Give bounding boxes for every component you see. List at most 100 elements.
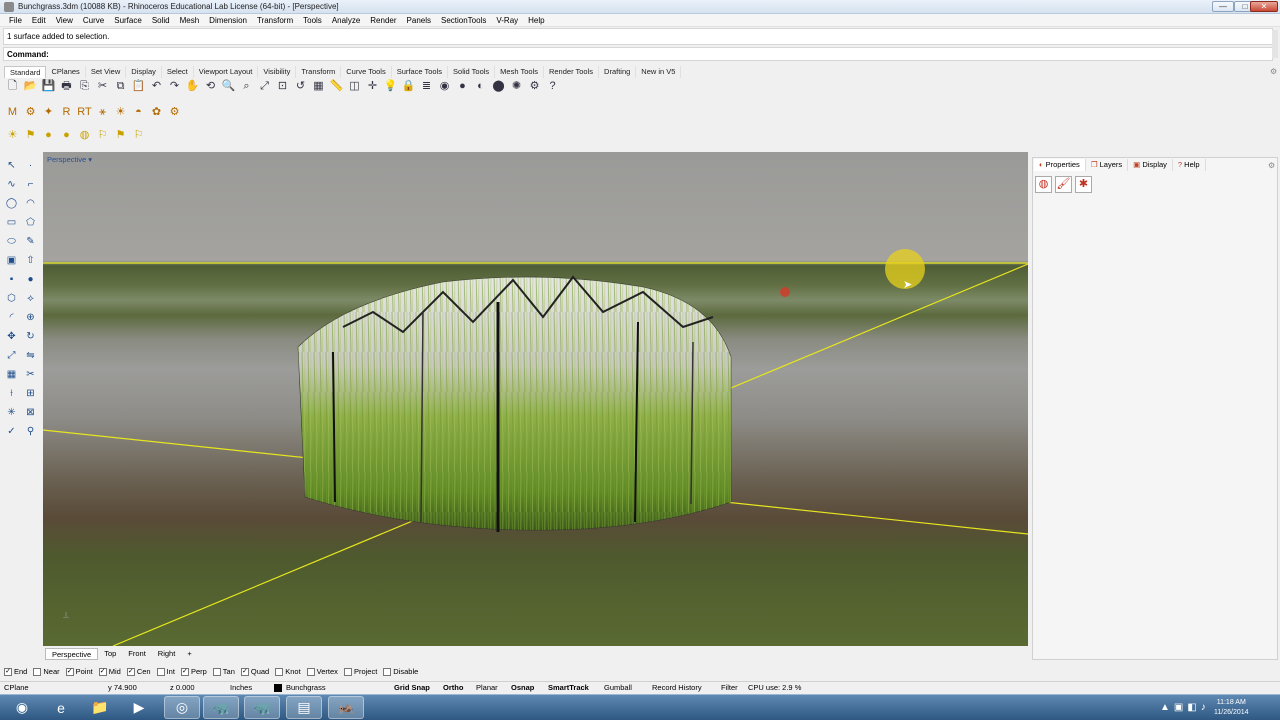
print-icon[interactable]: 🖶 <box>58 78 75 95</box>
smarttrack-toggle[interactable]: SmartTrack <box>548 683 589 692</box>
vray-rt-icon[interactable]: RT <box>76 104 93 121</box>
osnap-toggle[interactable]: Osnap <box>511 683 534 692</box>
menu-surface[interactable]: Surface <box>109 14 147 26</box>
osnap-checkbox[interactable] <box>383 667 392 676</box>
viewport-menu-arrow-icon[interactable]: ▾ <box>88 155 92 164</box>
osnap-disable[interactable]: Disable <box>383 667 418 676</box>
osnap-vertex[interactable]: Vertex <box>306 667 338 676</box>
lock-icon[interactable]: 🔒 <box>400 78 417 95</box>
menu-solid[interactable]: Solid <box>147 14 175 26</box>
command-scrollbar[interactable] <box>1272 30 1278 58</box>
rect-light-icon[interactable]: ⚐ <box>94 127 111 144</box>
vray-help-icon[interactable]: ⚙ <box>166 104 183 121</box>
layer-icon[interactable]: ≣ <box>418 78 435 95</box>
menu-curve[interactable]: Curve <box>78 14 109 26</box>
chrome-icon[interactable]: ◎ <box>164 696 200 719</box>
save-icon[interactable]: 💾 <box>40 78 57 95</box>
solid-box-icon[interactable]: ▪ <box>3 271 20 288</box>
osnap-checkbox[interactable] <box>156 667 165 676</box>
tab-curve-tools[interactable]: Curve Tools <box>341 66 392 78</box>
vray-sun-icon[interactable]: ☀ <box>112 104 129 121</box>
ie-icon[interactable]: e <box>43 696 79 719</box>
units-label[interactable]: Inches <box>230 683 252 692</box>
viewport-tab-top[interactable]: Top <box>98 648 122 660</box>
spot-light-icon[interactable]: ⚑ <box>22 127 39 144</box>
array-icon[interactable]: ▦ <box>3 366 20 383</box>
close-button[interactable]: ✕ <box>1250 1 1278 12</box>
polyline-icon[interactable]: ⌐ <box>22 176 39 193</box>
move-icon[interactable]: ✥ <box>3 328 20 345</box>
ies-light-icon[interactable]: ◍ <box>76 127 93 144</box>
planar-toggle[interactable]: Planar <box>476 683 498 692</box>
tab-surface-tools[interactable]: Surface Tools <box>392 66 449 78</box>
menu-mesh[interactable]: Mesh <box>175 14 205 26</box>
material-icon[interactable]: 🖌 <box>1055 176 1072 193</box>
menu-dimension[interactable]: Dimension <box>204 14 252 26</box>
osnap-end[interactable]: ✓ End <box>4 667 27 676</box>
menu-render[interactable]: Render <box>365 14 401 26</box>
omni-light-icon[interactable]: ● <box>40 127 57 144</box>
menu-edit[interactable]: Edit <box>27 14 51 26</box>
light-icon[interactable]: 💡 <box>382 78 399 95</box>
current-layer[interactable]: Bunchgrass <box>286 683 326 692</box>
split-icon[interactable]: ⟊ <box>3 385 20 402</box>
circle-icon[interactable]: ◯ <box>3 195 20 212</box>
four-viewports-icon[interactable]: ▦ <box>310 78 327 95</box>
explode-icon[interactable]: ✳ <box>3 404 20 421</box>
panel-tab-display[interactable]: ▣ Display <box>1128 159 1173 171</box>
analyze-icon[interactable]: ⚲ <box>22 423 39 440</box>
trim-icon[interactable]: ✂ <box>22 366 39 383</box>
osnap-checkbox[interactable] <box>212 667 221 676</box>
tab-new-in-v5[interactable]: New in V5 <box>636 66 682 78</box>
record-history-toggle[interactable]: Record History <box>652 683 702 692</box>
filter-toggle[interactable]: Filter <box>721 683 738 692</box>
osnap-point[interactable]: ✓ Point <box>65 667 93 676</box>
zoom-window-icon[interactable]: ⌕ <box>238 78 255 95</box>
notepad-icon[interactable]: ▤ <box>286 696 322 719</box>
copy-icon[interactable]: ⧉ <box>112 78 129 95</box>
group-icon[interactable]: ⊠ <box>22 404 39 421</box>
menu-view[interactable]: View <box>51 14 78 26</box>
select-icon[interactable]: ↖ <box>3 157 20 174</box>
redo-icon[interactable]: ↷ <box>166 78 183 95</box>
ruler-icon[interactable]: 📏 <box>328 78 345 95</box>
rhino-icon[interactable]: 🦏 <box>203 696 239 719</box>
menu-transform[interactable]: Transform <box>252 14 298 26</box>
join-icon[interactable]: ⊞ <box>22 385 39 402</box>
system-clock[interactable]: 11:18 AM 11/26/2014 <box>1214 698 1249 718</box>
object-properties-icon[interactable]: ◍ <box>1035 176 1052 193</box>
vray-render-icon[interactable]: R <box>58 104 75 121</box>
grasshopper-icon[interactable]: 🦗 <box>328 696 364 719</box>
tab-render-tools[interactable]: Render Tools <box>544 66 600 78</box>
command-line[interactable]: Command: <box>3 47 1273 61</box>
panel-tab-layers[interactable]: ❐ Layers <box>1086 159 1129 171</box>
menu-tools[interactable]: Tools <box>298 14 327 26</box>
freeform-icon[interactable]: ✎ <box>22 233 39 250</box>
gumball-toggle[interactable]: Gumball <box>604 683 632 692</box>
osnap-checkbox[interactable]: ✓ <box>240 667 249 676</box>
surface-icon[interactable]: ▣ <box>3 252 20 269</box>
viewport-tab-front[interactable]: Front <box>122 648 152 660</box>
color-icon[interactable]: ◉ <box>436 78 453 95</box>
tab-drafting[interactable]: Drafting <box>599 66 637 78</box>
grid-snap-toggle[interactable]: Grid Snap <box>394 683 430 692</box>
osnap-icon[interactable]: ✛ <box>364 78 381 95</box>
osnap-tan[interactable]: Tan <box>212 667 235 676</box>
menu-panels[interactable]: Panels <box>402 14 436 26</box>
pan-icon[interactable]: ✋ <box>184 78 201 95</box>
vray-dome-icon[interactable]: ◓ <box>130 104 147 121</box>
rendered-icon[interactable]: ◐ <box>472 78 489 95</box>
new-icon[interactable]: 🗋 <box>4 78 21 95</box>
osnap-knot[interactable]: Knot <box>275 667 301 676</box>
point-icon[interactable]: · <box>22 157 39 174</box>
check-icon[interactable]: ✓ <box>3 423 20 440</box>
shaded-icon[interactable]: ● <box>454 78 471 95</box>
zoom-extents-icon[interactable]: ⤢ <box>256 78 273 95</box>
viewport-title[interactable]: Perspective ▾ <box>47 155 92 164</box>
viewport-tab-add[interactable]: + <box>181 648 197 660</box>
tab-mesh-tools[interactable]: Mesh Tools <box>495 66 544 78</box>
rhino-app-icon[interactable] <box>4 2 14 12</box>
loft-icon[interactable]: ⟡ <box>22 290 39 307</box>
osnap-checkbox[interactable]: ✓ <box>180 667 189 676</box>
settings-icon[interactable]: ⚙ <box>526 78 543 95</box>
